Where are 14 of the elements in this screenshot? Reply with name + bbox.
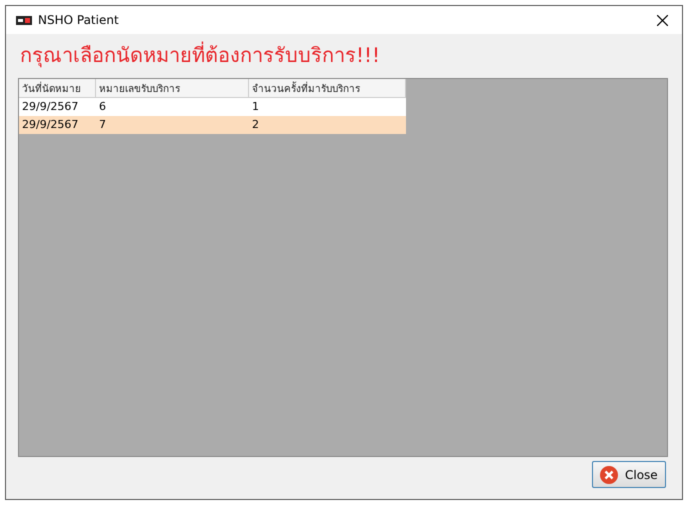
close-button[interactable]: Close (592, 461, 666, 488)
instruction-heading: กรุณาเลือกนัดหมายที่ต้องการรับบริการ!!! (19, 40, 382, 70)
table-cell[interactable]: 29/9/2567 (19, 116, 96, 134)
column-header[interactable]: จำนวนครั้งที่มารับบริการ (249, 79, 406, 98)
card-icon (16, 16, 32, 24)
window-title: NSHO Patient (38, 13, 120, 27)
table-cell[interactable]: 2 (249, 116, 406, 134)
column-header[interactable]: หมายเลขรับบริการ (96, 79, 249, 98)
table-cell[interactable]: 1 (249, 98, 406, 116)
table-cell[interactable]: 7 (96, 116, 249, 134)
close-icon (599, 464, 619, 484)
table-cell[interactable]: 6 (96, 98, 249, 116)
table-cell[interactable]: 29/9/2567 (19, 98, 96, 116)
column-header[interactable]: วันที่นัดหมาย (19, 79, 96, 98)
